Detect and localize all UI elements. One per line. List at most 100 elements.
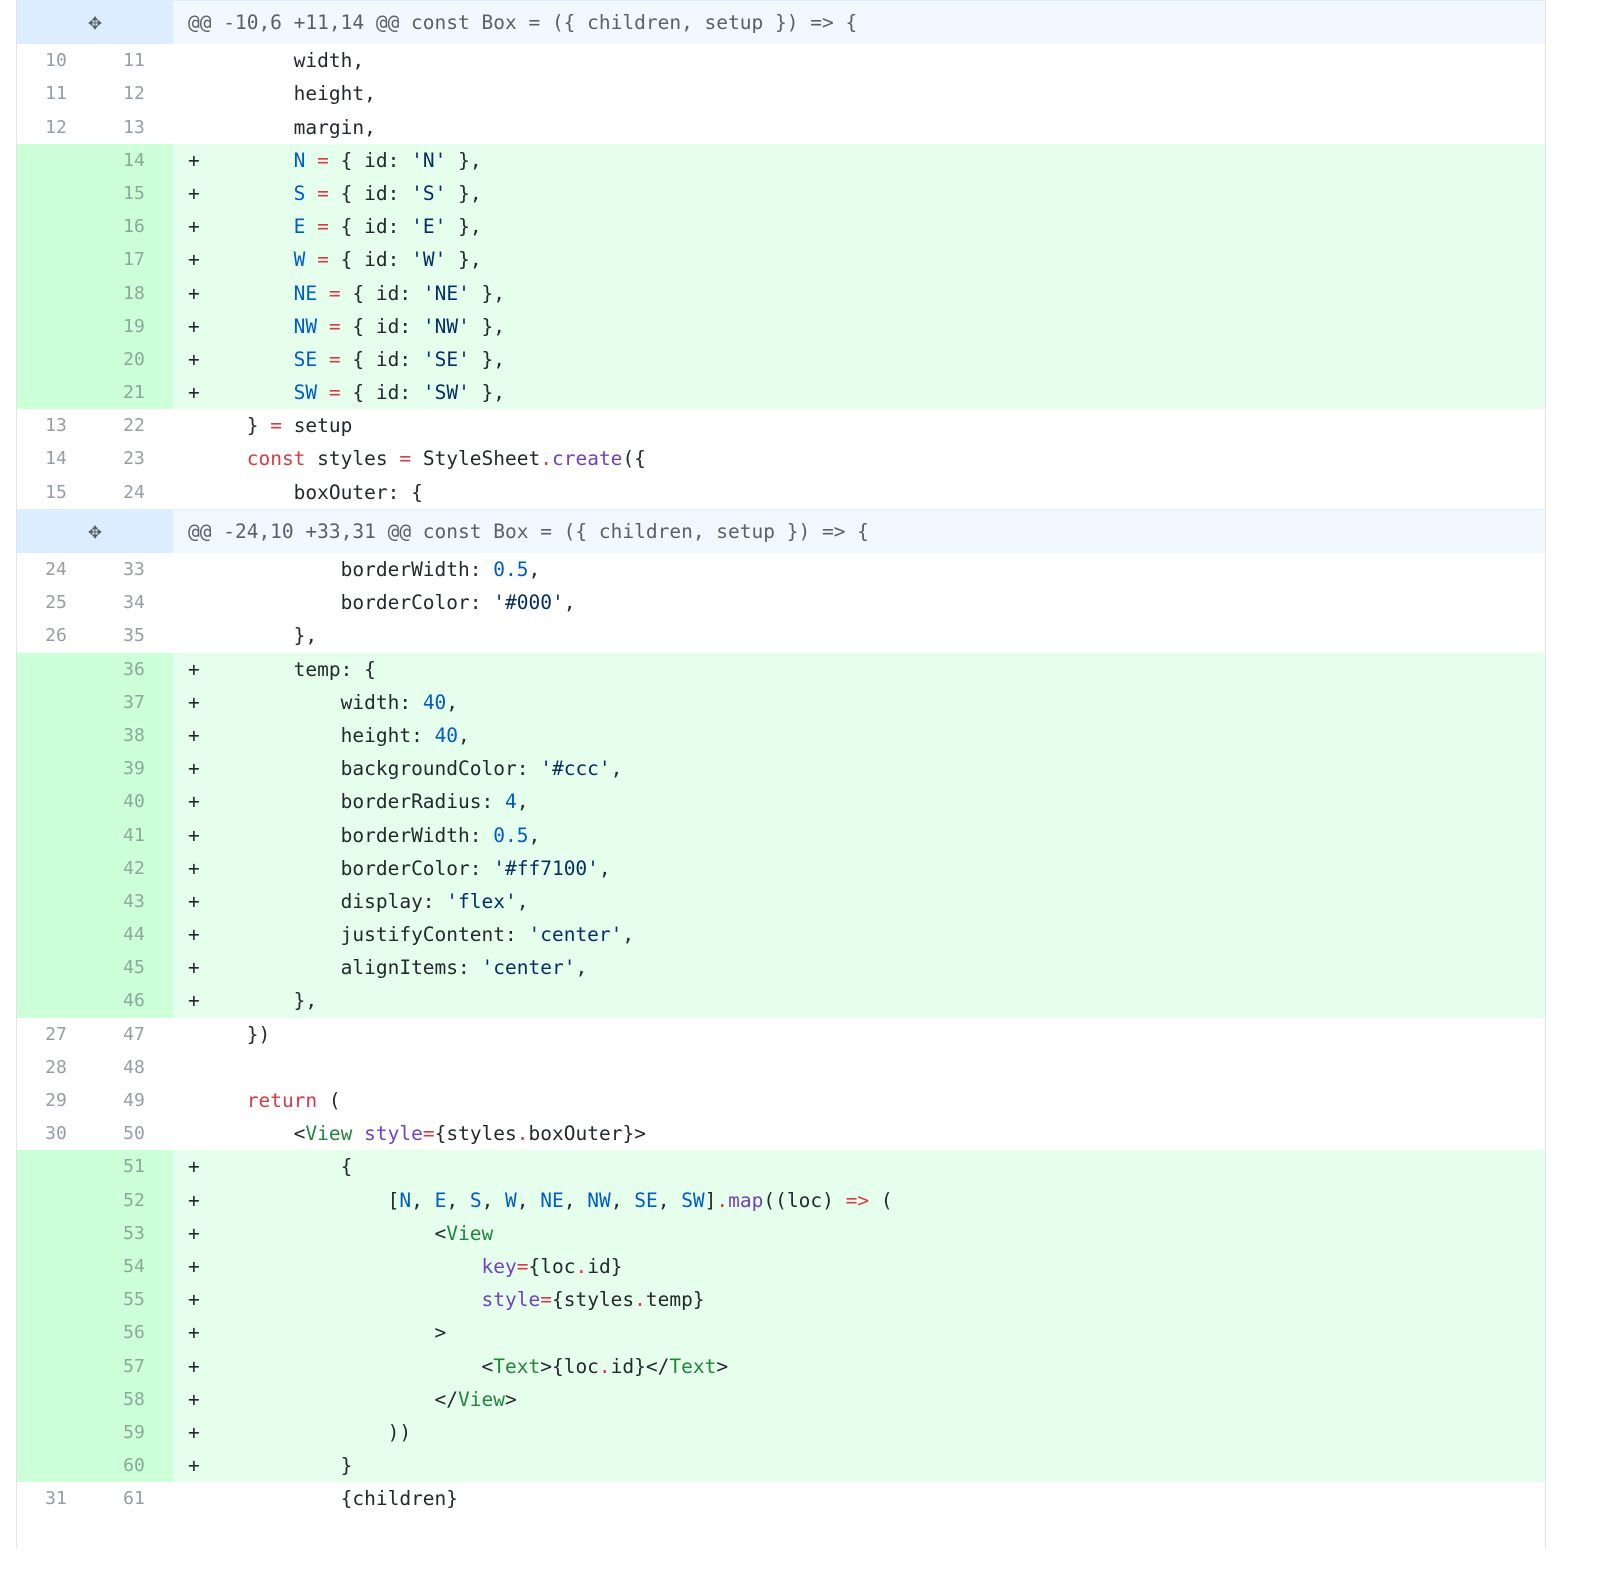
old-line-number[interactable]: 26 [17,619,95,652]
old-line-number[interactable] [17,984,95,1018]
old-line-number[interactable] [17,918,95,952]
new-line-number[interactable]: 44 [95,918,173,952]
old-line-number[interactable] [17,884,95,919]
new-line-number[interactable]: 23 [95,442,173,475]
diff-marker [188,1089,200,1112]
old-line-number[interactable] [17,1150,95,1184]
diff-line-code: + <View [173,1216,1545,1250]
new-line-number[interactable]: 22 [95,409,173,442]
old-line-number[interactable] [17,785,95,819]
new-line-number[interactable]: 11 [95,44,173,77]
new-line-number[interactable]: 16 [95,210,173,244]
old-line-number[interactable] [17,342,95,377]
old-line-number[interactable] [17,818,95,852]
new-line-number[interactable]: 46 [95,984,173,1018]
old-line-number[interactable] [17,243,95,277]
old-line-number[interactable]: 13 [17,409,95,442]
old-line-number[interactable]: 28 [17,1051,95,1084]
new-line-number[interactable]: 51 [95,1150,173,1184]
old-line-number[interactable] [17,1515,95,1548]
old-line-number[interactable] [17,309,95,343]
new-line-number[interactable]: 15 [95,176,173,211]
new-line-number[interactable]: 38 [95,718,173,753]
old-line-number[interactable] [17,1349,95,1383]
old-line-number[interactable] [17,685,95,719]
new-line-number[interactable]: 17 [95,243,173,277]
old-line-number[interactable] [17,851,95,885]
new-line-number[interactable]: 35 [95,619,173,652]
code-text: <View style={styles.boxOuter}> [199,1122,646,1146]
new-line-number[interactable]: 24 [95,476,173,509]
new-line-number[interactable] [95,1515,173,1548]
diff-line-context: 31 61 {children} [17,1482,1545,1515]
new-line-number[interactable]: 47 [95,1018,173,1051]
new-line-number[interactable]: 37 [95,685,173,719]
old-line-number[interactable]: 10 [17,44,95,77]
old-line-number[interactable] [17,1449,95,1483]
old-line-number[interactable] [17,210,95,244]
old-line-number[interactable]: 14 [17,442,95,475]
new-line-number[interactable]: 39 [95,752,173,786]
old-line-number[interactable] [17,276,95,310]
expand-hunk-button[interactable]: ✥ [17,1,173,45]
old-line-number[interactable]: 11 [17,77,95,110]
new-line-number[interactable]: 43 [95,884,173,919]
unfold-icon[interactable]: ✥ [88,10,101,35]
old-line-number[interactable]: 25 [17,586,95,619]
old-line-number[interactable]: 24 [17,553,95,586]
old-line-number[interactable] [17,1283,95,1317]
old-line-number[interactable]: 15 [17,476,95,509]
old-line-number[interactable] [17,1316,95,1350]
new-line-number[interactable]: 55 [95,1283,173,1317]
new-line-number[interactable]: 56 [95,1316,173,1350]
old-line-number[interactable]: 12 [17,111,95,144]
new-line-number[interactable]: 42 [95,851,173,885]
new-line-number[interactable]: 50 [95,1117,173,1150]
new-line-number[interactable]: 33 [95,553,173,586]
old-line-number[interactable] [17,1183,95,1217]
new-line-number[interactable]: 18 [95,276,173,310]
old-line-number[interactable] [17,652,95,686]
new-line-number[interactable]: 60 [95,1449,173,1483]
old-line-number[interactable] [17,143,95,177]
old-line-number[interactable] [17,752,95,786]
diff-line-code: + )) [173,1415,1545,1450]
new-line-number[interactable]: 12 [95,77,173,110]
old-line-number[interactable] [17,951,95,985]
new-line-number[interactable]: 54 [95,1249,173,1284]
old-line-number[interactable] [17,1216,95,1250]
new-line-number[interactable]: 53 [95,1216,173,1250]
new-line-number[interactable]: 41 [95,818,173,852]
old-line-number[interactable] [17,1382,95,1416]
old-line-number[interactable] [17,718,95,753]
old-line-number[interactable]: 31 [17,1482,95,1515]
new-line-number[interactable]: 40 [95,785,173,819]
new-line-number[interactable]: 36 [95,652,173,686]
new-line-number[interactable]: 57 [95,1349,173,1383]
new-line-number[interactable]: 20 [95,342,173,377]
diff-line-added: 14 + N = { id: 'N' }, [17,143,1545,177]
old-line-number[interactable]: 30 [17,1117,95,1150]
new-line-number[interactable]: 52 [95,1183,173,1217]
new-line-number[interactable]: 48 [95,1051,173,1084]
new-line-number[interactable]: 45 [95,951,173,985]
unfold-icon[interactable]: ✥ [88,519,101,544]
new-line-number[interactable]: 21 [95,376,173,410]
new-line-number[interactable]: 34 [95,586,173,619]
new-line-number[interactable]: 59 [95,1415,173,1450]
new-line-number[interactable]: 14 [95,143,173,177]
expand-hunk-button[interactable]: ✥ [17,509,173,553]
new-line-number[interactable]: 13 [95,111,173,144]
new-line-number[interactable]: 49 [95,1084,173,1117]
code-text: temp: { [199,657,376,681]
old-line-number[interactable] [17,1249,95,1284]
old-line-number[interactable] [17,176,95,211]
new-line-number[interactable]: 61 [95,1482,173,1515]
old-line-number[interactable] [17,1415,95,1450]
new-line-number[interactable]: 58 [95,1382,173,1416]
old-line-number[interactable] [17,376,95,410]
old-line-number[interactable]: 29 [17,1084,95,1117]
diff-line-code: + temp: { [173,652,1545,686]
old-line-number[interactable]: 27 [17,1018,95,1051]
new-line-number[interactable]: 19 [95,309,173,343]
